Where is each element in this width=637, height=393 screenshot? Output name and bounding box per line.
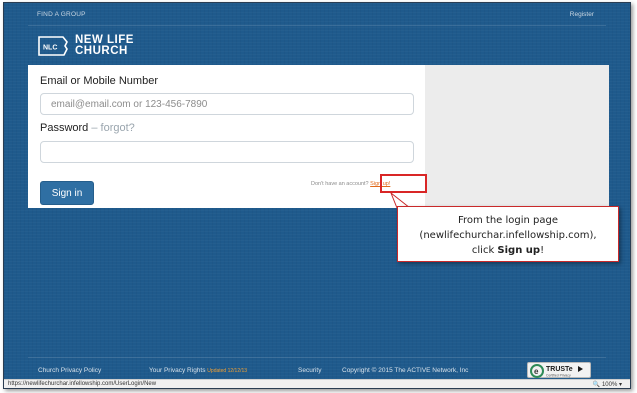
find-group-link[interactable]: FIND A GROUP (37, 11, 86, 18)
truste-badge[interactable]: e TRUSTe Certified Privacy (527, 362, 591, 378)
zoom-level[interactable]: 🔍 100% ▾ (593, 381, 622, 388)
callout-line2: (newlifechurchar.infellowship.com), (419, 230, 597, 241)
login-side-panel (425, 65, 609, 208)
password-input[interactable] (40, 141, 414, 163)
svg-text:Certified Privacy: Certified Privacy (546, 374, 571, 378)
footer-divider (28, 357, 606, 358)
logo-badge-text: NLC (43, 45, 57, 52)
church-name-line2: CHURCH (75, 45, 128, 57)
email-input[interactable] (40, 93, 414, 115)
church-name: NEW LIFE CHURCH (75, 34, 134, 57)
privacy-rights-text: Your Privacy Rights (149, 367, 206, 374)
zoom-dropdown-icon: ▾ (618, 382, 622, 388)
callout-line3: click Sign up! (471, 245, 545, 256)
privacy-rights-link[interactable]: Your Privacy Rights Updated 12/12/13 (149, 367, 247, 374)
svg-text:e: e (534, 367, 539, 376)
forgot-password-link[interactable]: – forgot? (91, 122, 134, 134)
password-label-row: Password – forgot? (40, 122, 135, 134)
no-account-text: Don't have an account? (311, 181, 369, 187)
callout-line1: From the login page (457, 215, 559, 226)
top-nav: FIND A GROUP Register (4, 3, 630, 25)
security-link[interactable]: Security (298, 367, 321, 374)
privacy-policy-link[interactable]: Church Privacy Policy (38, 367, 101, 374)
svg-text:TRUSTe: TRUSTe (546, 366, 573, 373)
truste-seal-icon: e TRUSTe Certified Privacy (530, 364, 583, 378)
browser-viewport: FIND A GROUP Register NLC NEW LIFE CHURC… (3, 2, 631, 389)
login-panel: Email or Mobile Number Password – forgot… (28, 65, 425, 208)
browser-status-bar: https://newlifechurchar.infellowship.com… (4, 379, 630, 388)
no-account-row: Don't have an account? Sign up! (311, 181, 390, 187)
church-logo[interactable]: NLC NEW LIFE CHURCH (37, 34, 134, 58)
top-divider (28, 25, 606, 26)
privacy-updated-badge: Updated 12/12/13 (207, 368, 248, 374)
status-url: https://newlifechurchar.infellowship.com… (8, 381, 157, 387)
sign-in-button[interactable]: Sign in (40, 181, 94, 205)
instruction-callout: From the login page (newlifechurchar.inf… (397, 206, 619, 262)
password-label: Password (40, 122, 89, 134)
nlc-arkansas-logo-icon: NLC (37, 35, 69, 57)
copyright-text: Copyright © 2015 The ACTIVE Network, Inc (342, 367, 469, 374)
email-label: Email or Mobile Number (40, 75, 158, 87)
register-link[interactable]: Register (570, 11, 594, 18)
zoom-icon: 🔍 (592, 382, 601, 388)
